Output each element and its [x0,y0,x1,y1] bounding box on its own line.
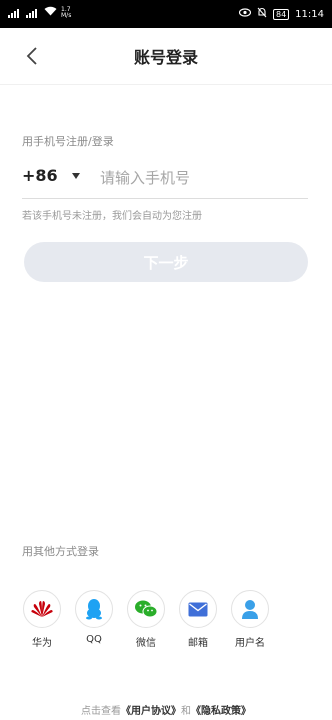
wechat-icon [127,590,165,628]
huawei-login[interactable]: 华为 [22,590,62,649]
country-code-select[interactable]: +86 [22,166,80,185]
chevron-left-icon [26,47,37,65]
username-label: 用户名 [235,638,265,649]
status-right: 84 11:14 [238,7,324,21]
huawei-icon [23,590,61,628]
footer-and: 和 [181,706,191,717]
wechat-login[interactable]: 微信 [126,590,166,649]
status-left: 1.7 M/s [8,6,71,19]
mail-login[interactable]: 邮箱 [178,590,218,649]
phone-input[interactable] [98,162,308,194]
footer-prefix: 点击查看 [81,706,121,717]
page-title: 账号登录 [133,48,198,67]
status-time: 11:14 [295,8,324,20]
qq-label: QQ [86,634,102,645]
battery-icon: 84 [272,8,290,20]
huawei-label: 华为 [32,638,52,649]
mute-bell-icon [257,7,267,21]
other-login-label: 用其他方式登录 [22,545,99,558]
wifi-icon [44,6,57,19]
mail-icon [179,590,217,628]
user-icon [231,590,269,628]
phone-login-label: 用手机号注册/登录 [22,135,114,148]
country-code-value: +86 [22,166,58,185]
next-button[interactable]: 下一步 [24,242,308,282]
signal-icon [8,8,22,18]
caret-down-icon [71,172,80,179]
status-bar: 1.7 M/s 84 11:14 [0,0,332,28]
privacy-policy-link[interactable]: 《隐私政策》 [191,706,251,717]
wechat-label: 微信 [136,638,156,649]
qq-login[interactable]: QQ [74,590,114,645]
network-speed: 1.7 M/s [61,5,72,19]
nav-divider [0,84,332,85]
qq-icon [75,590,113,628]
mail-label: 邮箱 [188,638,208,649]
nav-bar: 账号登录 [0,28,332,84]
phone-row: +86 [22,158,308,199]
username-login[interactable]: 用户名 [230,590,270,649]
back-button[interactable] [16,40,48,72]
eye-icon [238,8,252,20]
auto-register-note: 若该手机号未注册，我们会自动为您注册 [22,211,202,222]
user-agreement-link[interactable]: 《用户协议》 [121,706,181,717]
signal-icon-2 [26,8,40,18]
agreement-footer: 点击查看《用户协议》和《隐私政策》 [0,702,332,717]
